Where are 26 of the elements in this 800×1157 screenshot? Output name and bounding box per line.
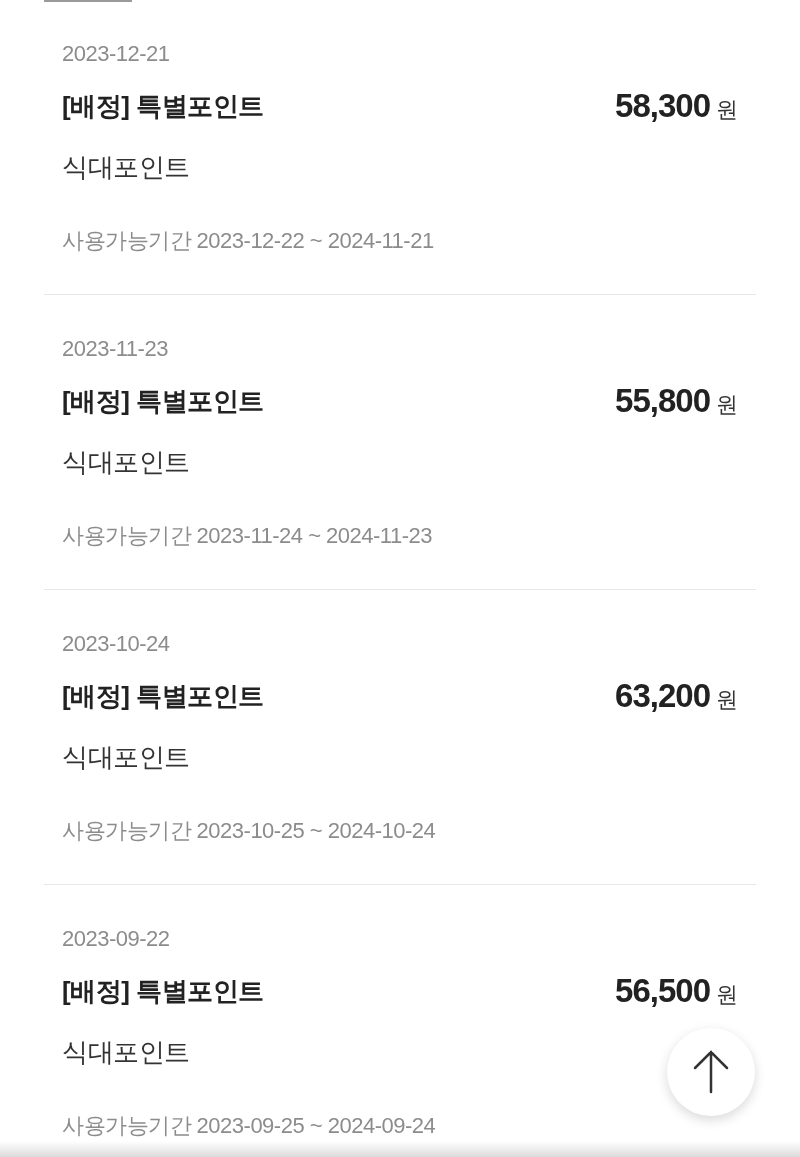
currency-unit: 원	[716, 391, 738, 419]
entry-date: 2023-11-23	[62, 335, 168, 363]
entry-title: [배정] 특별포인트	[62, 385, 264, 418]
point-category: 식대포인트	[62, 446, 190, 479]
currency-unit: 원	[716, 981, 738, 1009]
currency-unit: 원	[716, 686, 738, 714]
amount-value: 63,200	[615, 676, 710, 716]
usage-period: 사용가능기간 2023-12-22 ~ 2024-11-21	[62, 227, 434, 255]
point-category: 식대포인트	[62, 1036, 190, 1069]
point-category: 식대포인트	[62, 741, 190, 774]
point-category: 식대포인트	[62, 151, 190, 184]
usage-period: 사용가능기간 2023-09-25 ~ 2024-09-24	[62, 1112, 436, 1140]
usage-period: 사용가능기간 2023-11-24 ~ 2024-11-23	[62, 522, 432, 550]
currency-unit: 원	[716, 96, 738, 124]
entry-title: [배정] 특별포인트	[62, 90, 264, 123]
amount-value: 56,500	[615, 971, 710, 1011]
scroll-to-top-button[interactable]	[667, 1028, 755, 1116]
amount-value: 58,300	[615, 86, 710, 126]
entry-title: [배정] 특별포인트	[62, 975, 264, 1008]
amount-value: 55,800	[615, 381, 710, 421]
usage-period: 사용가능기간 2023-10-25 ~ 2024-10-24	[62, 817, 436, 845]
arrow-up-icon	[693, 1050, 729, 1094]
entry-date: 2023-12-21	[62, 40, 170, 68]
entry-title: [배정] 특별포인트	[62, 680, 264, 713]
entry-date: 2023-10-24	[62, 630, 170, 658]
entry-date: 2023-09-22	[62, 925, 170, 953]
